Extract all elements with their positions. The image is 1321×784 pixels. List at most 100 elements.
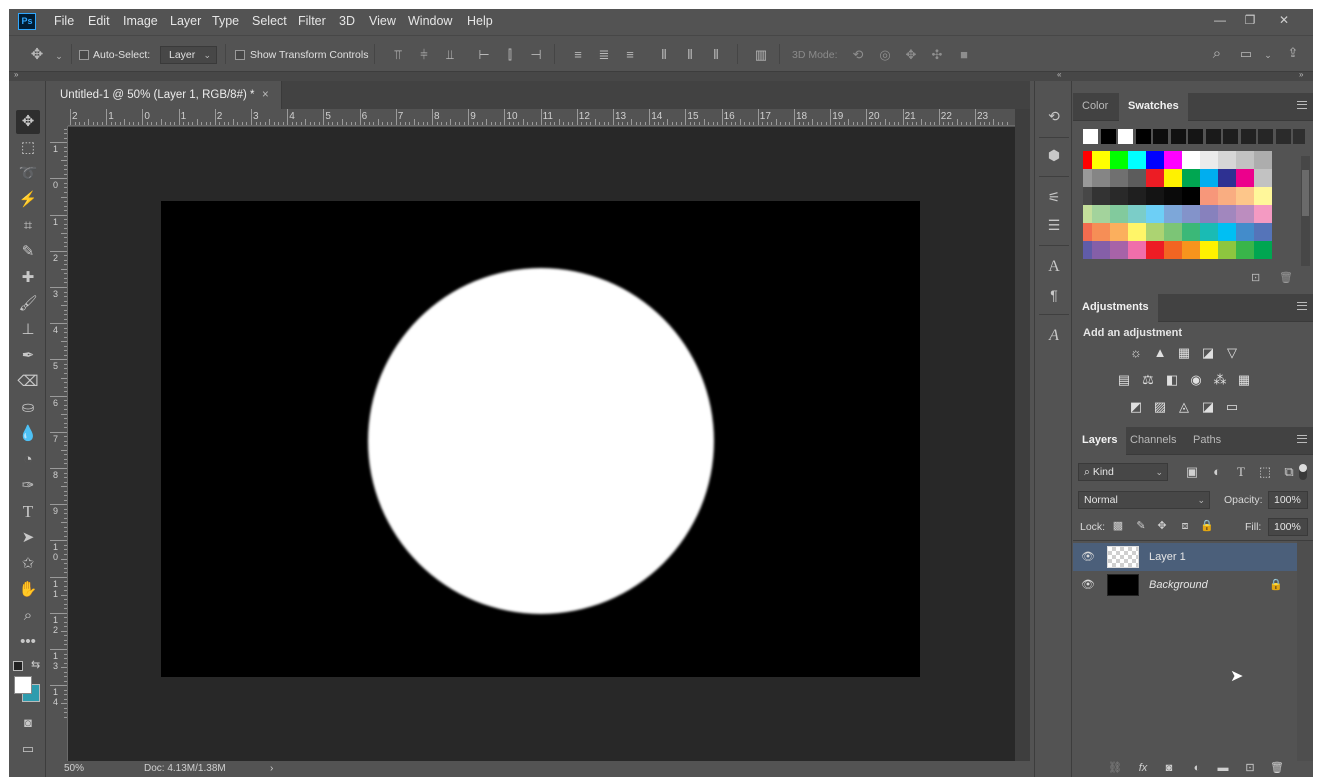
new-swatch-icon[interactable]: ⊡ [1251, 271, 1260, 284]
auto-select-dropdown[interactable]: Layer ⌄ [160, 46, 217, 64]
eye-icon[interactable]: 👁 [1081, 579, 1095, 591]
swatch[interactable] [1110, 169, 1128, 187]
share-icon[interactable]: ⇪ [1286, 46, 1300, 60]
ruler-left[interactable]: 2101234567891 01 11 21 31 4 [50, 126, 68, 761]
menu-image[interactable]: Image [120, 9, 161, 35]
swatch[interactable] [1083, 129, 1098, 144]
swatch[interactable] [1236, 205, 1254, 223]
menu-select[interactable]: Select [249, 9, 290, 35]
swatch[interactable] [1146, 187, 1164, 205]
align-top-icon[interactable]: ⫪ [391, 48, 405, 62]
swatch[interactable] [1164, 169, 1182, 187]
swatch[interactable] [1236, 151, 1254, 169]
custom-shape-tool-icon[interactable]: ✩ [16, 552, 40, 576]
tab-color[interactable]: Color [1073, 93, 1117, 121]
menu-3d[interactable]: 3D [336, 9, 358, 35]
character-panel-icon[interactable]: A [1044, 256, 1064, 278]
swatch[interactable] [1236, 241, 1254, 259]
swatch[interactable] [1164, 205, 1182, 223]
workspace-chevron-icon[interactable]: ⌄ [1261, 48, 1275, 62]
swatch[interactable] [1118, 129, 1133, 144]
swatch[interactable] [1223, 129, 1238, 144]
swap-colors-icon[interactable]: ⇆ [31, 658, 40, 671]
dodge-tool-icon[interactable]: ◔ [16, 448, 40, 472]
swatch[interactable] [1275, 129, 1291, 144]
swatch[interactable] [1254, 151, 1272, 169]
menu-edit[interactable]: Edit [85, 9, 113, 35]
paragraph-panel-icon[interactable]: ¶ [1044, 284, 1064, 306]
tab-adjustments[interactable]: Adjustments [1073, 294, 1158, 322]
eraser-tool-icon[interactable]: ⌫ [16, 370, 40, 394]
fill-input[interactable]: 100% [1268, 518, 1308, 536]
align-vcenter-icon[interactable]: ⫩ [417, 48, 431, 62]
selective-color-icon[interactable]: ◪ [1200, 399, 1216, 415]
filter-toggle[interactable] [1299, 464, 1307, 480]
move-tool-icon[interactable]: ✥ [30, 47, 44, 62]
tab-paths[interactable]: Paths [1184, 427, 1230, 455]
new-group-icon[interactable]: ▬ [1214, 759, 1232, 777]
swatch[interactable] [1092, 205, 1110, 223]
swatch[interactable] [1128, 205, 1146, 223]
align-bottom-icon[interactable]: ⫫ [443, 48, 457, 62]
levels-icon[interactable]: ▲ [1152, 345, 1168, 361]
fx-icon[interactable]: fx [1134, 759, 1152, 777]
layers-scrollbar[interactable] [1297, 541, 1313, 761]
layer-row[interactable]: 👁 Layer 1 [1073, 543, 1297, 571]
opacity-input[interactable]: 100% [1268, 491, 1308, 509]
document-canvas[interactable] [161, 201, 920, 677]
swatch[interactable] [1236, 169, 1254, 187]
3d-orbit-icon[interactable]: ⟲ [851, 48, 865, 62]
swatch[interactable] [1146, 223, 1164, 241]
vibrance-icon[interactable]: ▽ [1224, 345, 1240, 361]
swatch[interactable] [1182, 169, 1200, 187]
gradient-map-icon[interactable]: ▭ [1224, 399, 1240, 415]
type-tool-icon[interactable]: T [16, 500, 40, 524]
tab-channels[interactable]: Channels [1121, 427, 1185, 455]
swatch[interactable] [1164, 241, 1182, 259]
eye-icon[interactable]: 👁 [1081, 551, 1095, 563]
screen-mode-icon[interactable]: ▭ [16, 737, 40, 761]
black-white-icon[interactable]: ◧ [1164, 372, 1180, 388]
brush-tool-icon[interactable]: 🖌 [16, 292, 40, 316]
3d-roll-icon[interactable]: ◎ [878, 48, 892, 62]
exposure-icon[interactable]: ◪ [1200, 345, 1216, 361]
more-tools-icon[interactable]: ••• [16, 630, 40, 654]
swatch[interactable] [1293, 129, 1305, 144]
delete-swatch-icon[interactable]: 🗑 [1279, 271, 1293, 284]
distribute-right-icon[interactable]: ⦀ [709, 48, 723, 62]
swatch[interactable] [1254, 169, 1272, 187]
close-button[interactable]: ✕ [1269, 10, 1299, 30]
swatch[interactable] [1128, 151, 1146, 169]
swatch[interactable] [1182, 187, 1200, 205]
swatch[interactable] [1254, 241, 1272, 259]
eyedropper-tool-icon[interactable]: ✎ [16, 240, 40, 264]
swatch[interactable] [1182, 205, 1200, 223]
swatch[interactable] [1092, 241, 1110, 259]
healing-brush-tool-icon[interactable]: ✚ [16, 266, 40, 290]
layer-kind-filter[interactable]: ⌕ Kind ⌄ [1078, 463, 1168, 481]
properties-panel-icon[interactable]: ☰ [1044, 214, 1064, 236]
ruler-corner[interactable] [50, 109, 68, 126]
swatch[interactable] [1218, 169, 1236, 187]
swatch[interactable] [1110, 241, 1128, 259]
workspace-icon[interactable]: ▭ [1239, 47, 1253, 61]
tab-swatches[interactable]: Swatches [1119, 93, 1188, 121]
swatch[interactable] [1146, 151, 1164, 169]
threshold-icon[interactable]: ◬ [1176, 399, 1192, 415]
auto-select-checkbox[interactable] [79, 50, 89, 60]
photo-filter-icon[interactable]: ◉ [1188, 372, 1204, 388]
filter-smart-object-icon[interactable]: ⧉ [1280, 463, 1298, 481]
move-tool-icon[interactable]: ✥ [16, 110, 40, 134]
swatch[interactable] [1092, 151, 1110, 169]
distribute-bottom-icon[interactable]: ≡ [623, 48, 637, 62]
swatch[interactable] [1200, 187, 1218, 205]
posterize-icon[interactable]: ▨ [1152, 399, 1168, 415]
distribute-left-icon[interactable]: ⦀ [657, 48, 671, 62]
filter-type-icon[interactable]: T [1232, 463, 1250, 481]
paint-bucket-tool-icon[interactable]: ⛀ [16, 396, 40, 420]
lasso-tool-icon[interactable]: ➰ [16, 162, 40, 186]
swatch[interactable] [1135, 129, 1151, 144]
hand-tool-icon[interactable]: ✋ [16, 578, 40, 602]
align-hcenter-icon[interactable]: ⫿ [503, 48, 517, 62]
brush-settings-icon[interactable]: ⚟ [1044, 186, 1064, 208]
